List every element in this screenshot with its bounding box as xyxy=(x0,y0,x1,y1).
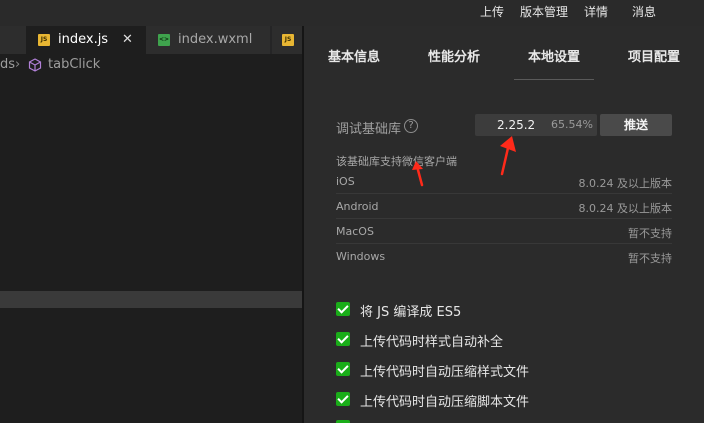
tab-index-js[interactable]: JS index.js ✕ xyxy=(26,26,146,54)
push-button[interactable]: 推送 xyxy=(600,114,672,136)
tab-label: index.js xyxy=(58,32,109,47)
tab-label: index.wxml xyxy=(178,32,253,47)
tab-project-config[interactable]: 项目配置 xyxy=(628,46,680,65)
platform-name: Android xyxy=(336,200,379,213)
tab-overflow-partial[interactable]: JS xyxy=(272,26,304,54)
annotation-arrow-icon xyxy=(500,136,516,176)
menu-upload[interactable]: 上传 xyxy=(480,0,504,26)
code-editor[interactable] xyxy=(0,76,304,423)
lib-coverage-value: 65.54% xyxy=(551,118,593,131)
menu-version-manage[interactable]: 版本管理 xyxy=(520,0,568,26)
details-panel: 基本信息 性能分析 本地设置 项目配置 调试基础库 ? 2.25.2 65.54… xyxy=(304,26,704,423)
menu-details[interactable]: 详情 xyxy=(584,0,608,26)
tab-local-settings[interactable]: 本地设置 xyxy=(528,46,580,65)
platform-name: Windows xyxy=(336,250,386,263)
active-tab-indicator xyxy=(514,79,594,80)
js-file-icon: JS xyxy=(282,34,294,46)
platform-name: MacOS xyxy=(336,225,374,238)
breadcrumb: ds › tabClick xyxy=(0,54,304,76)
checkbox-checked[interactable] xyxy=(336,362,350,376)
close-icon[interactable]: ✕ xyxy=(122,26,133,54)
lib-version-select[interactable]: 2.25.2 65.54% xyxy=(475,114,597,136)
support-note: 该基础库支持微信客户端 xyxy=(336,155,457,168)
js-file-icon: JS xyxy=(38,34,50,46)
current-line-highlight xyxy=(0,291,304,308)
row-divider xyxy=(336,243,672,244)
tab-previous-partial[interactable] xyxy=(0,26,26,54)
annotation-arrow-icon xyxy=(412,161,424,187)
lib-version-value: 2.25.2 xyxy=(497,118,536,132)
tab-basic-info[interactable]: 基本信息 xyxy=(328,46,380,65)
breadcrumb-partial[interactable]: ds xyxy=(0,54,15,76)
chevron-right-icon: › xyxy=(15,57,21,72)
method-cube-icon xyxy=(28,58,42,72)
row-divider xyxy=(336,193,672,194)
platform-requirement: 8.0.24 及以上版本 xyxy=(578,177,672,190)
checkbox-checked[interactable] xyxy=(336,392,350,406)
top-menu-bar: 上传 版本管理 详情 消息 xyxy=(0,0,704,26)
tab-index-wxml[interactable]: <> index.wxml xyxy=(146,26,270,54)
platform-requirement: 暂不支持 xyxy=(628,227,672,240)
option-label: 将 JS 编译成 ES5 xyxy=(360,305,462,320)
platform-name: iOS xyxy=(336,175,355,188)
checkbox-checked[interactable] xyxy=(336,332,350,346)
option-label: 上传代码时自动压缩脚本文件 xyxy=(360,395,530,410)
platform-requirement: 8.0.24 及以上版本 xyxy=(578,202,672,215)
option-label: 上传代码时样式自动补全 xyxy=(360,335,504,350)
breadcrumb-symbol[interactable]: tabClick xyxy=(48,54,100,76)
checkbox-checked[interactable] xyxy=(336,302,350,316)
debug-lib-label: 调试基础库 xyxy=(336,122,402,137)
menu-messages[interactable]: 消息 xyxy=(632,0,656,26)
platform-requirement: 暂不支持 xyxy=(628,252,672,265)
option-label: 上传代码时自动压缩样式文件 xyxy=(360,365,530,380)
row-divider xyxy=(336,218,672,219)
help-icon[interactable]: ? xyxy=(404,119,418,133)
wxml-file-icon: <> xyxy=(158,34,170,46)
editor-tab-bar: JS index.js ✕ <> index.wxml JS xyxy=(0,26,304,54)
tab-performance[interactable]: 性能分析 xyxy=(428,46,480,65)
